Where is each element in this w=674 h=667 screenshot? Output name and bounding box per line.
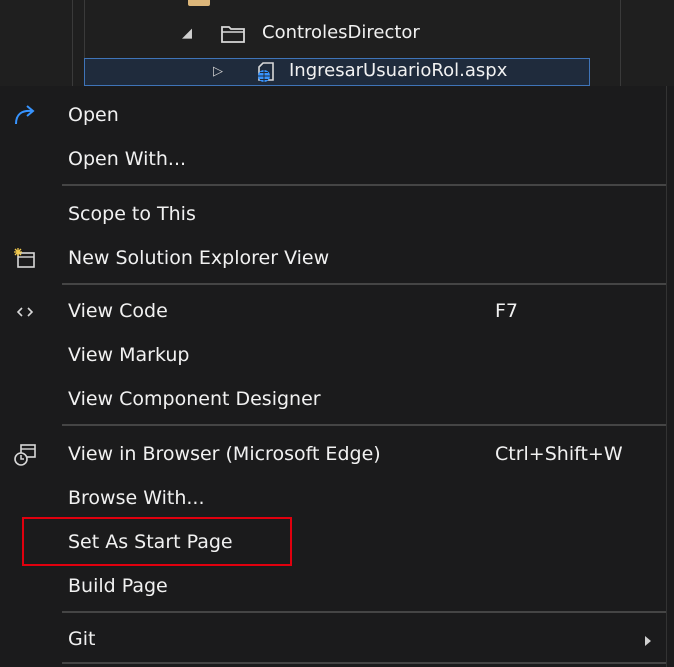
folder-icon [188, 0, 210, 6]
menu-item-label: New Solution Explorer View [68, 247, 330, 269]
menu-item-label: View in Browser (Microsoft Edge) [68, 443, 381, 465]
tree-item-selected-file[interactable]: ▷ IngresarUsuarioRol.aspx [84, 58, 590, 86]
menu-item-label: Git [68, 628, 96, 650]
tree-guide-line [72, 0, 73, 86]
new-window-icon [8, 245, 42, 273]
file-label: IngresarUsuarioRol.aspx [289, 60, 508, 81]
shortcut-label: Ctrl+Shift+W [495, 443, 623, 465]
menu-item-new-solution-explorer-view[interactable]: New Solution Explorer View [0, 239, 666, 279]
menu-item-label: View Markup [68, 344, 190, 366]
menu-item-label: View Code [68, 300, 168, 322]
menu-item-label: Open [68, 104, 119, 126]
annotation-highlight-box [22, 517, 292, 566]
tree-guide-line [620, 0, 621, 86]
menu-item-view-code[interactable]: View Code F7 [0, 292, 666, 332]
menu-item-open-with[interactable]: Open With... [0, 140, 666, 180]
menu-item-build-page[interactable]: Build Page [0, 567, 666, 607]
menu-item-label: Open With... [68, 148, 187, 170]
code-brackets-icon [8, 298, 42, 326]
menu-separator [62, 424, 666, 426]
menu-item-label: Build Page [68, 575, 168, 597]
collapsed-arrow-icon[interactable]: ▷ [213, 64, 223, 79]
open-arrow-icon [8, 102, 42, 130]
folder-icon [221, 26, 245, 43]
menu-item-git[interactable]: Git [0, 620, 666, 660]
menu-item-label: View Component Designer [68, 388, 321, 410]
menu-item-view-in-browser[interactable]: View in Browser (Microsoft Edge) Ctrl+Sh… [0, 435, 666, 475]
menu-item-view-component-designer[interactable]: View Component Designer [0, 380, 666, 420]
menu-separator [62, 611, 666, 613]
web-page-icon [258, 62, 274, 82]
folder-label: ControlesDirector [262, 22, 420, 43]
menu-item-browse-with[interactable]: Browse With... [0, 479, 666, 519]
menu-separator [62, 184, 666, 186]
screen: ◢ ControlesDirector ▷ IngresarUsuarioRol… [0, 0, 674, 667]
menu-item-view-markup[interactable]: View Markup [0, 336, 666, 376]
submenu-arrow-icon [645, 636, 651, 646]
browser-icon [8, 441, 42, 469]
menu-item-open[interactable]: Open [0, 96, 666, 136]
context-menu: Open Open With... Scope to This New Solu… [0, 86, 667, 667]
menu-item-label: Browse With... [68, 487, 205, 509]
menu-item-scope-to-this[interactable]: Scope to This [0, 195, 666, 235]
expanded-arrow-icon[interactable]: ◢ [182, 26, 192, 41]
solution-explorer-tree: ◢ ControlesDirector ▷ IngresarUsuarioRol… [0, 0, 674, 86]
shortcut-label: F7 [495, 300, 519, 322]
tree-item-folder[interactable]: ◢ ControlesDirector [84, 20, 584, 50]
menu-separator [62, 662, 666, 664]
menu-item-label: Scope to This [68, 203, 196, 225]
menu-separator [62, 283, 666, 285]
